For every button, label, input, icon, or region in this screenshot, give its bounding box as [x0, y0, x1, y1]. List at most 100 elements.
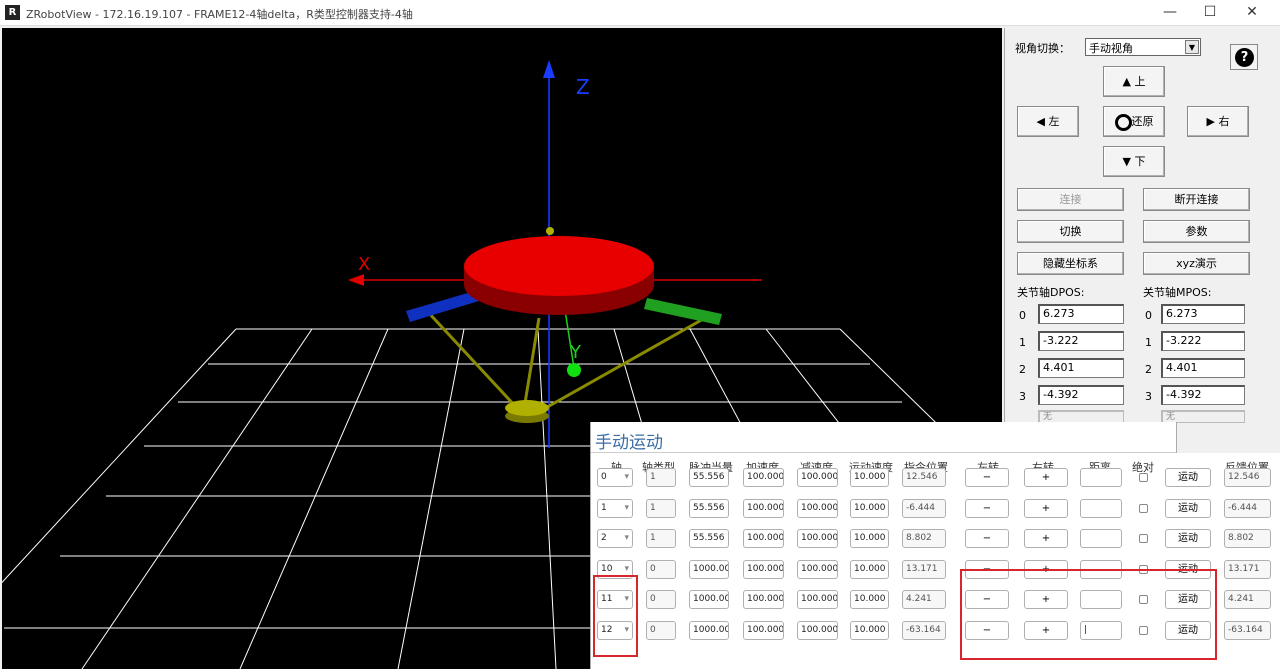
arm-green: [644, 298, 722, 325]
manual-motion-title: 手动运动: [595, 433, 663, 453]
highlight-jog-controls: [960, 569, 1217, 660]
jog-left-button[interactable]: −: [965, 468, 1009, 487]
units-field[interactable]: 1000.000: [689, 590, 729, 609]
minimize-button[interactable]: —: [1150, 0, 1190, 26]
triangle-right-icon: ▶: [1206, 115, 1215, 128]
dpos-field[interactable]: -4.392: [1038, 385, 1124, 405]
jog-left-button[interactable]: −: [965, 529, 1009, 548]
disconnect-label: 断开连接: [1174, 193, 1219, 206]
feedback-field: -63.164: [1224, 621, 1271, 640]
hide-axes-button[interactable]: 隐藏坐标系: [1017, 252, 1124, 275]
triangle-up-icon: ▲: [1122, 75, 1131, 88]
axis-select[interactable]: 1 ▾: [597, 499, 633, 518]
distance-input[interactable]: [1080, 529, 1122, 548]
xyz-demo-label: xyz演示: [1176, 257, 1217, 270]
speed-field[interactable]: 10.000: [850, 621, 889, 640]
params-label: 参数: [1185, 225, 1208, 238]
decel-field[interactable]: 100.000: [797, 621, 838, 640]
jog-left-button[interactable]: −: [965, 499, 1009, 518]
view-right-button[interactable]: ▶ 右: [1187, 106, 1249, 137]
accel-field[interactable]: 100.000: [743, 560, 784, 579]
move-button[interactable]: 运动: [1165, 529, 1211, 548]
view-left-button[interactable]: ◀ 左: [1017, 106, 1079, 137]
disconnect-button[interactable]: 断开连接: [1143, 188, 1250, 211]
chevron-down-icon[interactable]: ▾: [624, 530, 629, 547]
mpos-field[interactable]: 6.273: [1161, 304, 1245, 324]
mpos-index: 0: [1145, 309, 1152, 322]
view-reset-label: 还原: [1131, 115, 1154, 128]
chevron-down-icon[interactable]: ▾: [624, 469, 629, 486]
feedback-field: 12.546: [1224, 468, 1271, 487]
jog-right-button[interactable]: +: [1024, 529, 1068, 548]
dpos-field: 13.171: [902, 560, 946, 579]
jog-right-button[interactable]: +: [1024, 468, 1068, 487]
absolute-checkbox[interactable]: [1139, 504, 1148, 513]
units-field[interactable]: 1000.000: [689, 621, 729, 640]
platform: [464, 236, 654, 296]
xyz-demo-button[interactable]: xyz演示: [1143, 252, 1250, 275]
distance-input[interactable]: [1080, 468, 1122, 487]
speed-field[interactable]: 10.000: [850, 590, 889, 609]
units-field[interactable]: 1000.000: [689, 560, 729, 579]
mpos-field[interactable]: -4.392: [1161, 385, 1245, 405]
hide-axes-label: 隐藏坐标系: [1043, 257, 1098, 270]
accel-field[interactable]: 100.000: [743, 590, 784, 609]
feedback-field: 13.171: [1224, 560, 1271, 579]
chevron-down-icon[interactable]: ▼: [1185, 40, 1199, 54]
decel-field[interactable]: 100.000: [797, 499, 838, 518]
axis-select[interactable]: 0 ▾: [597, 468, 633, 487]
decel-field[interactable]: 100.000: [797, 590, 838, 609]
absolute-checkbox[interactable]: [1139, 473, 1148, 482]
mpos-field[interactable]: 4.401: [1161, 358, 1245, 378]
view-down-label: 下: [1134, 155, 1146, 168]
mpos-label: 关节轴MPOS:: [1143, 286, 1212, 299]
units-field[interactable]: 55.556: [689, 529, 729, 548]
view-select-value: 手动视角: [1089, 42, 1133, 55]
dpos-field[interactable]: 6.273: [1038, 304, 1124, 324]
params-button[interactable]: 参数: [1143, 220, 1250, 243]
view-down-button[interactable]: ▼ 下: [1103, 146, 1165, 177]
speed-field[interactable]: 10.000: [850, 499, 889, 518]
decel-field[interactable]: 100.000: [797, 560, 838, 579]
move-button[interactable]: 运动: [1165, 468, 1211, 487]
mpos-field[interactable]: -3.222: [1161, 331, 1245, 351]
accel-field[interactable]: 100.000: [743, 621, 784, 640]
y-axis-marker: [567, 363, 581, 377]
chevron-down-icon[interactable]: ▾: [624, 500, 629, 517]
jog-right-button[interactable]: +: [1024, 499, 1068, 518]
axis-type-field: 0: [646, 590, 676, 609]
units-field[interactable]: 55.556: [689, 499, 729, 518]
view-reset-button[interactable]: 还原: [1103, 106, 1165, 137]
dpos-index: 3: [1019, 390, 1026, 403]
x-axis-arrow: [348, 274, 364, 286]
distance-input[interactable]: [1080, 499, 1122, 518]
decel-field[interactable]: 100.000: [797, 468, 838, 487]
close-button[interactable]: ✕: [1232, 0, 1272, 26]
speed-field[interactable]: 10.000: [850, 468, 889, 487]
speed-field[interactable]: 10.000: [850, 529, 889, 548]
dpos-field[interactable]: -3.222: [1038, 331, 1124, 351]
view-select[interactable]: 手动视角 ▼: [1085, 38, 1201, 56]
feedback-field: 8.802: [1224, 529, 1271, 548]
help-button[interactable]: ?: [1230, 44, 1258, 70]
highlight-axis-column: [593, 575, 638, 657]
decel-field[interactable]: 100.000: [797, 529, 838, 548]
move-button[interactable]: 运动: [1165, 499, 1211, 518]
mpos-index: 2: [1145, 363, 1152, 376]
app-icon: R: [5, 5, 20, 20]
maximize-button[interactable]: ☐: [1190, 0, 1230, 26]
axis-select[interactable]: 2 ▾: [597, 529, 633, 548]
absolute-checkbox[interactable]: [1139, 534, 1148, 543]
accel-field[interactable]: 100.000: [743, 468, 784, 487]
dpos-field[interactable]: 4.401: [1038, 358, 1124, 378]
dpos-index: 0: [1019, 309, 1026, 322]
triangle-down-icon: ▼: [1122, 155, 1131, 168]
connect-button[interactable]: 连接: [1017, 188, 1124, 211]
switch-button[interactable]: 切换: [1017, 220, 1124, 243]
circle-icon: [1114, 113, 1132, 131]
units-field[interactable]: 55.556: [689, 468, 729, 487]
accel-field[interactable]: 100.000: [743, 529, 784, 548]
view-up-button[interactable]: ▲ 上: [1103, 66, 1165, 97]
speed-field[interactable]: 10.000: [850, 560, 889, 579]
accel-field[interactable]: 100.000: [743, 499, 784, 518]
